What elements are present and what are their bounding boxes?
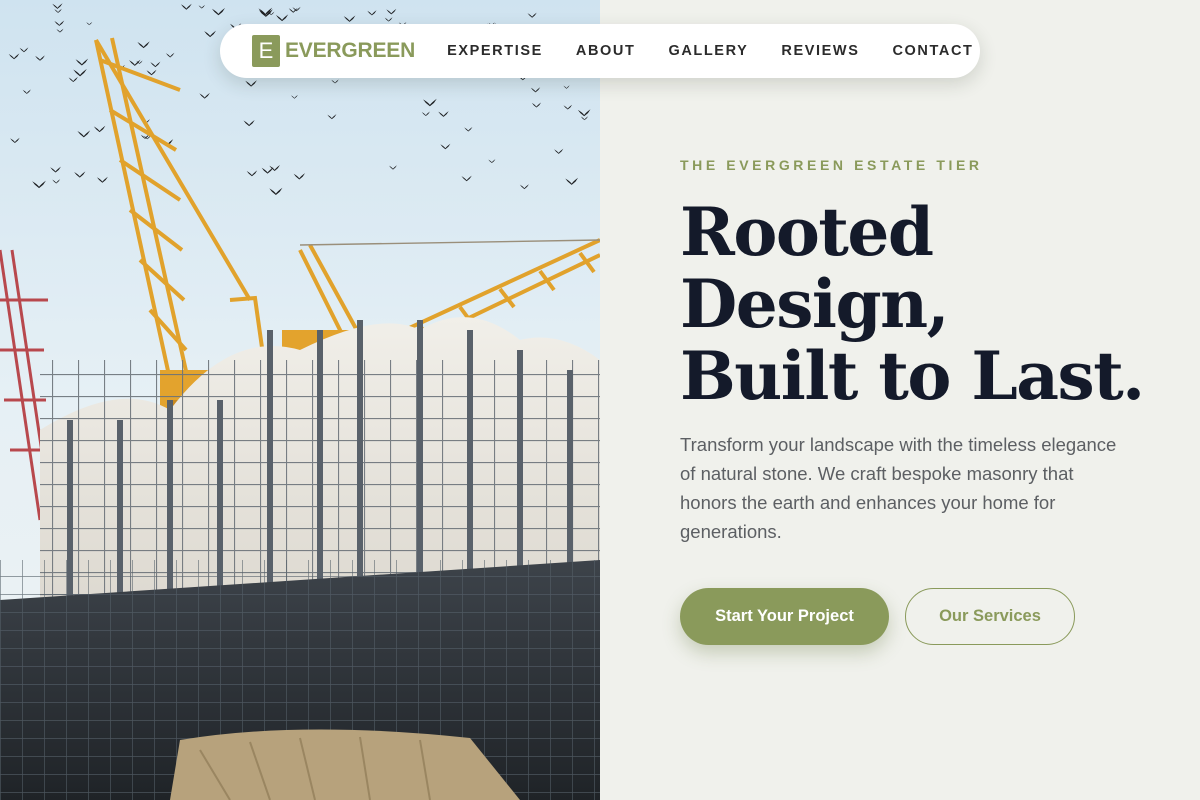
- logo-mark: E: [252, 35, 280, 67]
- nav-links: EXPERTISE ABOUT GALLERY REVIEWS CONTACT: [447, 43, 973, 59]
- nav-item-expertise[interactable]: EXPERTISE: [447, 43, 543, 59]
- hero-photo-construction: [0, 0, 600, 800]
- logo-wordmark: EVERGREEN: [285, 39, 416, 62]
- headline-line-2: Design,: [680, 265, 950, 343]
- our-services-button[interactable]: Our Services: [905, 588, 1075, 645]
- hero-eyebrow: THE EVERGREEN ESTATE TIER: [680, 157, 983, 173]
- nav-item-gallery[interactable]: GALLERY: [668, 43, 748, 59]
- nav-item-contact[interactable]: CONTACT: [892, 43, 973, 59]
- hero-headline: Rooted Design, Built to Last.: [680, 196, 1200, 412]
- start-project-button[interactable]: Start Your Project: [680, 588, 889, 645]
- brand-logo[interactable]: E EVERGREEN: [252, 35, 415, 67]
- headline-line-3: Built to Last.: [680, 337, 1145, 415]
- hero-description: Transform your landscape with the timele…: [680, 434, 1117, 542]
- nav-item-about[interactable]: ABOUT: [576, 43, 636, 59]
- nav-item-reviews[interactable]: REVIEWS: [781, 43, 859, 59]
- main-navigation: E EVERGREEN EXPERTISE ABOUT GALLERY REVI…: [220, 24, 980, 78]
- headline-line-1: Rooted: [680, 193, 934, 271]
